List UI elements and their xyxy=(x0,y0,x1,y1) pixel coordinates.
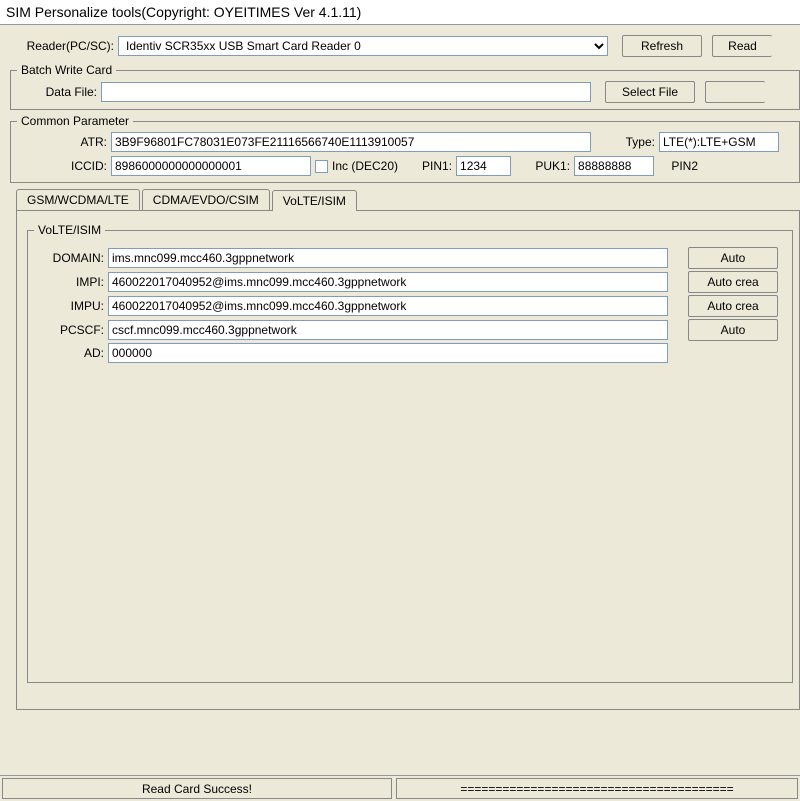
iccid-field[interactable] xyxy=(111,156,311,176)
impu-label: IMPU: xyxy=(34,299,104,313)
inc-label: Inc (DEC20) xyxy=(332,159,398,173)
pin1-label: PIN1: xyxy=(412,159,452,173)
reader-select[interactable]: Identiv SCR35xx USB Smart Card Reader 0 xyxy=(118,36,608,56)
pcscf-field[interactable] xyxy=(108,320,668,340)
type-label: Type: xyxy=(605,135,655,149)
pin2-label: PIN2 xyxy=(658,159,698,173)
auto-impi-button[interactable]: Auto crea xyxy=(688,271,778,293)
auto-domain-button[interactable]: Auto xyxy=(688,247,778,269)
status-left: Read Card Success! xyxy=(2,778,392,799)
impi-label: IMPI: xyxy=(34,275,104,289)
pin1-field[interactable] xyxy=(456,156,511,176)
select-file-button[interactable]: Select File xyxy=(605,81,695,103)
impi-field[interactable] xyxy=(108,272,668,292)
atr-field xyxy=(111,132,591,152)
volte-legend: VoLTE/ISIM xyxy=(34,223,105,237)
window-title: SIM Personalize tools(Copyright: OYEITIM… xyxy=(0,0,800,25)
refresh-button[interactable]: Refresh xyxy=(622,35,702,57)
datafile-label: Data File: xyxy=(17,85,97,99)
datafile-input[interactable] xyxy=(101,82,591,102)
auto-impu-button[interactable]: Auto crea xyxy=(688,295,778,317)
tab-volte[interactable]: VoLTE/ISIM xyxy=(272,190,357,211)
read-button[interactable]: Read xyxy=(712,35,772,57)
volte-group: VoLTE/ISIM DOMAIN: Auto IMPI: Auto crea … xyxy=(27,223,793,683)
common-legend: Common Parameter xyxy=(17,114,133,128)
batch-legend: Batch Write Card xyxy=(17,63,116,77)
status-bar: Read Card Success! =====================… xyxy=(0,775,800,801)
tab-panel-volte: VoLTE/ISIM DOMAIN: Auto IMPI: Auto crea … xyxy=(16,210,800,710)
pcscf-label: PCSCF: xyxy=(34,323,104,337)
type-field xyxy=(659,132,779,152)
puk1-label: PUK1: xyxy=(515,159,570,173)
domain-label: DOMAIN: xyxy=(34,251,104,265)
domain-field[interactable] xyxy=(108,248,668,268)
tab-cdma[interactable]: CDMA/EVDO/CSIM xyxy=(142,189,270,210)
client-area: Reader(PC/SC): Identiv SCR35xx USB Smart… xyxy=(0,25,800,801)
ad-field[interactable] xyxy=(108,343,668,363)
common-parameter-group: Common Parameter ATR: Type: ICCID: Inc (… xyxy=(10,114,800,183)
status-right: ======================================= xyxy=(396,778,798,799)
ad-label: AD: xyxy=(34,346,104,360)
reader-label: Reader(PC/SC): xyxy=(14,39,114,53)
impu-field[interactable] xyxy=(108,296,668,316)
tab-gsm[interactable]: GSM/WCDMA/LTE xyxy=(16,189,140,210)
iccid-label: ICCID: xyxy=(17,159,107,173)
inc-checkbox[interactable] xyxy=(315,160,328,173)
auto-pcscf-button[interactable]: Auto xyxy=(688,319,778,341)
batch-extra-button[interactable] xyxy=(705,81,765,103)
batch-write-group: Batch Write Card Data File: Select File xyxy=(10,63,800,110)
atr-label: ATR: xyxy=(17,135,107,149)
puk1-field[interactable] xyxy=(574,156,654,176)
tab-strip: GSM/WCDMA/LTE CDMA/EVDO/CSIM VoLTE/ISIM xyxy=(16,189,800,210)
